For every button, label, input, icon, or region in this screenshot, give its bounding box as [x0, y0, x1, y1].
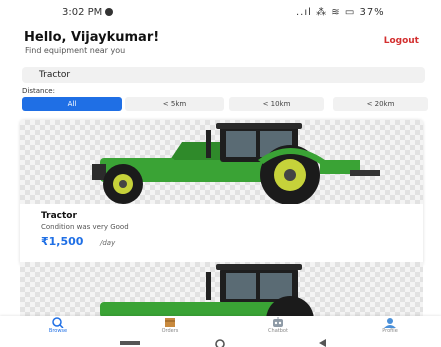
- distance-filters: All < 5km < 10km < 20km: [22, 97, 428, 111]
- menu-icon[interactable]: [120, 339, 140, 347]
- tractor-icon: [100, 264, 314, 318]
- nav-profile-label: Profile: [382, 328, 398, 334]
- listing-price: ₹1,500: [41, 235, 84, 248]
- search-input[interactable]: Tractor: [22, 67, 425, 83]
- tractor-icon: [92, 123, 380, 205]
- listing-card[interactable]: Tractor Condition was very Good ₹1,500 /…: [20, 120, 423, 266]
- status-bar: 3:02 PM ..ıl ⁂ ≋ ▭ 37%: [0, 0, 441, 26]
- box-icon: [165, 318, 175, 327]
- nav-chatbot[interactable]: Chatbot: [248, 316, 308, 336]
- nav-browse[interactable]: Browse: [28, 316, 88, 336]
- user-icon: [384, 318, 396, 328]
- listing-title: Tractor: [41, 211, 77, 221]
- nav-browse-label: Browse: [48, 328, 68, 334]
- search-icon: [52, 317, 64, 328]
- status-time: 3:02 PM: [62, 7, 114, 18]
- filter-20km-chip[interactable]: < 20km: [333, 97, 428, 111]
- filter-all-chip[interactable]: All: [22, 97, 122, 111]
- equipment-image: [20, 120, 423, 205]
- nav-chatbot-label: Chatbot: [268, 328, 288, 334]
- listing-card[interactable]: [20, 262, 423, 318]
- greeting-subtitle: Find equipment near you: [25, 46, 126, 55]
- distance-label: Distance:: [22, 87, 55, 95]
- logout-button[interactable]: Logout: [384, 36, 419, 46]
- back-icon[interactable]: [318, 339, 328, 347]
- nav-orders-label: Orders: [161, 328, 179, 334]
- filter-10km-chip[interactable]: < 10km: [229, 97, 324, 111]
- nav-orders[interactable]: Orders: [140, 316, 200, 336]
- robot-icon: [273, 317, 283, 327]
- bottom-navigation: Browse Orders Chatbot Profile: [0, 316, 441, 336]
- system-navigation-bar: [0, 336, 441, 347]
- status-icons: ..ıl ⁂ ≋ ▭ 37%: [296, 7, 385, 18]
- listing-price-unit: /day: [100, 239, 116, 247]
- listing-description: Condition was very Good: [41, 223, 129, 231]
- home-icon[interactable]: [213, 339, 227, 347]
- filter-5km-chip[interactable]: < 5km: [125, 97, 224, 111]
- nav-profile[interactable]: Profile: [360, 316, 420, 336]
- notification-icon: [105, 8, 114, 16]
- greeting-title: Hello, Vijaykumar!: [24, 30, 160, 45]
- header: Hello, Vijaykumar! Find equipment near y…: [24, 30, 419, 60]
